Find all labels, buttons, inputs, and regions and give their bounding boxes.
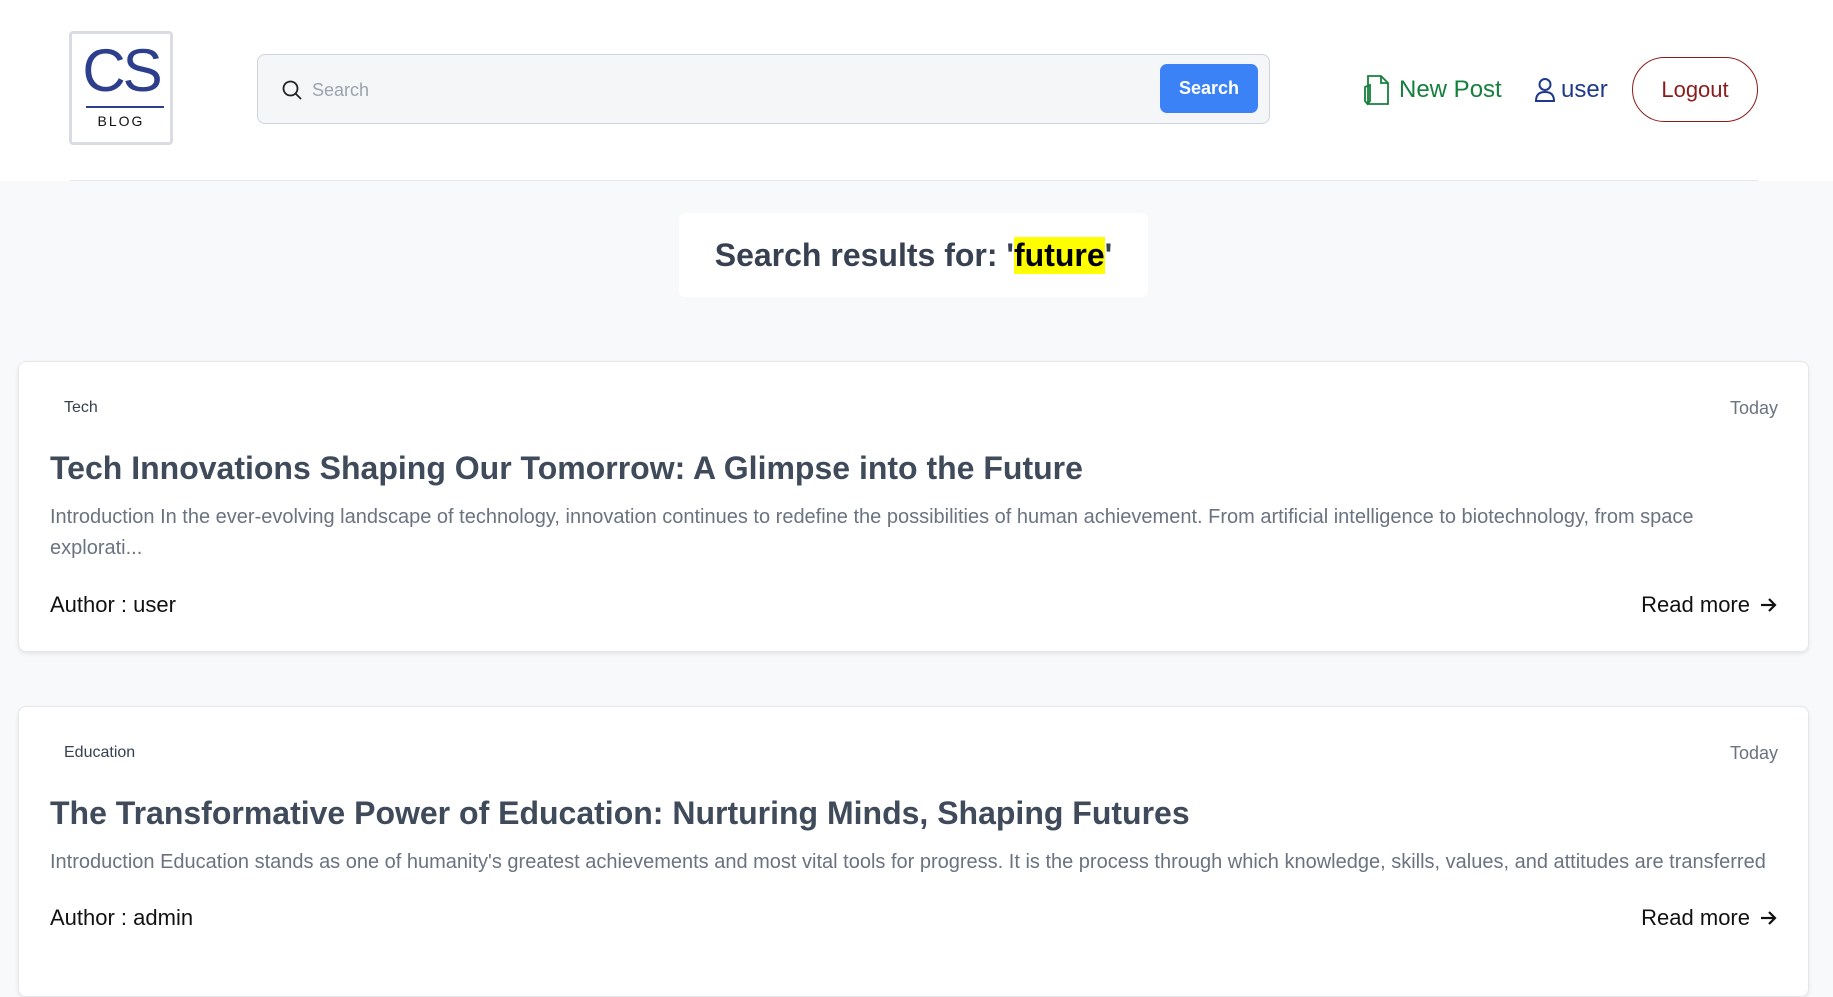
search-input[interactable] <box>310 69 1094 111</box>
header-divider <box>70 180 1758 181</box>
post-excerpt: Introduction Education stands as one of … <box>50 851 1770 873</box>
post-date: Today <box>1729 398 1778 418</box>
site-logo[interactable]: CS BLOG <box>69 31 173 145</box>
post-author: Author : user <box>50 592 176 617</box>
logo-divider <box>86 106 164 108</box>
read-more-link[interactable]: Read more <box>1641 905 1778 931</box>
arrow-right-icon <box>1761 598 1777 612</box>
post-category-badge[interactable]: Education <box>64 744 135 762</box>
post-author: Author : admin <box>50 905 194 930</box>
new-post-link[interactable]: New Post <box>1361 72 1502 108</box>
read-more-label: Read more <box>1641 592 1750 617</box>
document-pen-icon <box>1364 75 1389 106</box>
post-date: Today <box>1729 743 1778 763</box>
search-results-heading: Search results for: ' future ' <box>679 213 1148 297</box>
logo-text: CS <box>82 37 162 104</box>
post-category-badge[interactable]: Tech <box>64 399 98 417</box>
results-query-highlight: future <box>1014 236 1105 274</box>
post-title[interactable]: The Transformative Power of Education: N… <box>50 795 1190 832</box>
results-prefix: Search results for: ' <box>714 236 1014 273</box>
results-suffix: ' <box>1104 236 1113 273</box>
logout-button[interactable]: Logout <box>1632 57 1758 122</box>
post-excerpt: Introduction In the ever-evolving landsc… <box>50 506 1694 559</box>
post-card: Education Today The Transformative Power… <box>18 706 1809 997</box>
post-title[interactable]: Tech Innovations Shaping Our Tomorrow: A… <box>50 450 1083 487</box>
logo-subtext: BLOG <box>97 113 145 129</box>
user-icon <box>1534 78 1556 102</box>
search-button[interactable]: Search <box>1160 64 1258 113</box>
site-header: CS BLOG Search New Post user Logout <box>0 0 1833 181</box>
post-card: Tech Today Tech Innovations Shaping Our … <box>18 361 1809 652</box>
new-post-label: New Post <box>1399 76 1502 103</box>
read-more-link[interactable]: Read more <box>1641 592 1778 618</box>
user-profile-link[interactable]: user <box>1534 72 1608 108</box>
user-label: user <box>1561 76 1608 103</box>
search-bar: Search <box>257 54 1270 124</box>
search-icon <box>282 80 302 100</box>
read-more-label: Read more <box>1641 905 1750 930</box>
arrow-right-icon <box>1761 911 1777 925</box>
